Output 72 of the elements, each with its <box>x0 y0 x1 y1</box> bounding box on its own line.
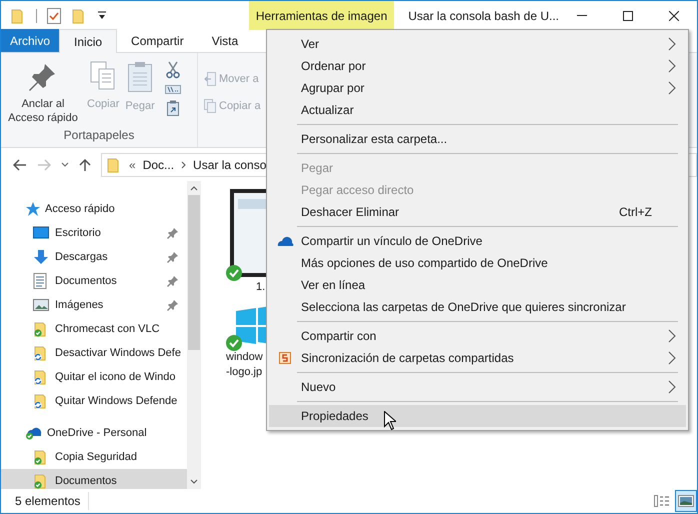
file-name: 1. <box>256 280 266 295</box>
ribbon-button[interactable]: Anclar al Acceso rápido <box>3 61 83 126</box>
nav-item[interactable]: Documentos <box>1 269 187 293</box>
customize-dropdown-icon[interactable] <box>97 10 107 20</box>
document-icon <box>33 273 47 289</box>
breadcrumb-chevron-icon[interactable] <box>181 160 186 168</box>
properties-check-icon[interactable] <box>47 8 61 24</box>
desktop-icon <box>33 226 49 240</box>
synced-check-icon <box>226 335 242 351</box>
thumbnails-view-button[interactable] <box>675 490 697 512</box>
menu-item[interactable]: Sincronización de carpetas compartidas <box>269 347 686 369</box>
pin-icon <box>167 275 179 287</box>
breadcrumb[interactable]: Doc... <box>142 156 174 174</box>
menu-item[interactable]: Deshacer Eliminar Ctrl+Z <box>269 201 686 223</box>
copy-path-icon[interactable] <box>164 85 181 94</box>
image-icon <box>33 298 49 312</box>
nav-item[interactable]: Quitar el icono de Windo <box>1 365 187 389</box>
nav-item[interactable]: Copia Seguridad <box>1 445 187 469</box>
up-arrow-icon[interactable] <box>79 158 91 172</box>
nav-item[interactable]: Imágenes <box>1 293 187 317</box>
nav-item[interactable]: Chromecast con VLC <box>1 317 187 341</box>
copy-icon <box>90 61 116 91</box>
item-count: 5 elementos <box>15 492 90 510</box>
pin-icon <box>167 251 179 263</box>
menu-item[interactable]: Nuevo <box>269 376 686 398</box>
menu-item[interactable]: Selecciona las carpetas de OneDrive que quieres sincronizar <box>269 296 686 318</box>
clipboard-icon <box>127 61 154 93</box>
menu-item[interactable]: Ver <box>269 33 686 55</box>
cloud-icon <box>276 236 294 246</box>
path-overflow[interactable]: « <box>129 156 136 174</box>
menu-item[interactable]: Ver en línea <box>269 274 686 296</box>
mouse-cursor-icon <box>384 411 396 430</box>
menu-item[interactable]: Ordenar por <box>269 55 686 77</box>
synced-check-icon <box>226 265 242 281</box>
menu-item[interactable]: Propiedades <box>269 405 686 427</box>
cloud-icon <box>25 426 43 440</box>
shortcut-label: Ctrl+Z <box>619 204 653 221</box>
scrollbar[interactable] <box>187 181 201 489</box>
menu-item[interactable]: Más opciones de uso compartido de OneDrive <box>269 252 686 274</box>
ribbon-tab[interactable]: Compartir <box>117 29 198 52</box>
menu-item[interactable]: Compartir un vínculo de OneDrive <box>269 230 686 252</box>
download-arrow-icon <box>33 249 49 265</box>
nav-item[interactable]: Descargas <box>1 245 187 269</box>
nav-item[interactable]: Documentos <box>1 469 187 489</box>
maximize-icon[interactable] <box>623 10 633 20</box>
file-tab[interactable]: Archivo <box>1 29 60 52</box>
group-label: Portapapeles <box>62 127 136 144</box>
pin-icon <box>167 227 179 239</box>
file-name: window -logo.jp <box>226 350 263 380</box>
menu-item[interactable]: Personalizar esta carpeta... <box>269 128 686 150</box>
recent-dropdown-icon[interactable] <box>61 162 69 168</box>
back-arrow-icon[interactable] <box>13 158 27 170</box>
window-title: Usar la consola bash de U... <box>408 8 559 24</box>
ribbon-tab[interactable]: Vista <box>198 29 252 52</box>
breadcrumb[interactable]: Usar la conso <box>193 156 266 174</box>
close-icon[interactable] <box>669 10 679 20</box>
sync-app-icon <box>279 352 291 364</box>
menu-item[interactable]: Compartir con <box>269 325 686 347</box>
context-tab-title[interactable]: Herramientas de imagen <box>248 1 394 30</box>
paste-shortcut-icon[interactable] <box>166 100 179 116</box>
menu-item[interactable]: Agrupar por <box>269 77 686 99</box>
menu-item[interactable]: Actualizar <box>269 99 686 121</box>
nav-item[interactable]: OneDrive - Personal <box>47 424 147 442</box>
nav-item[interactable]: Quitar Windows Defende <box>1 389 187 413</box>
pin-icon <box>28 61 58 91</box>
nav-item[interactable]: Escritorio <box>1 221 187 245</box>
star-icon <box>25 201 41 217</box>
nav-item[interactable]: Desactivar Windows Defe <box>1 341 187 365</box>
ribbon-tab[interactable]: Inicio <box>59 29 118 53</box>
scissors-icon[interactable] <box>166 61 180 79</box>
pin-icon <box>167 299 179 311</box>
nav-item[interactable]: Acceso rápido <box>45 200 115 218</box>
